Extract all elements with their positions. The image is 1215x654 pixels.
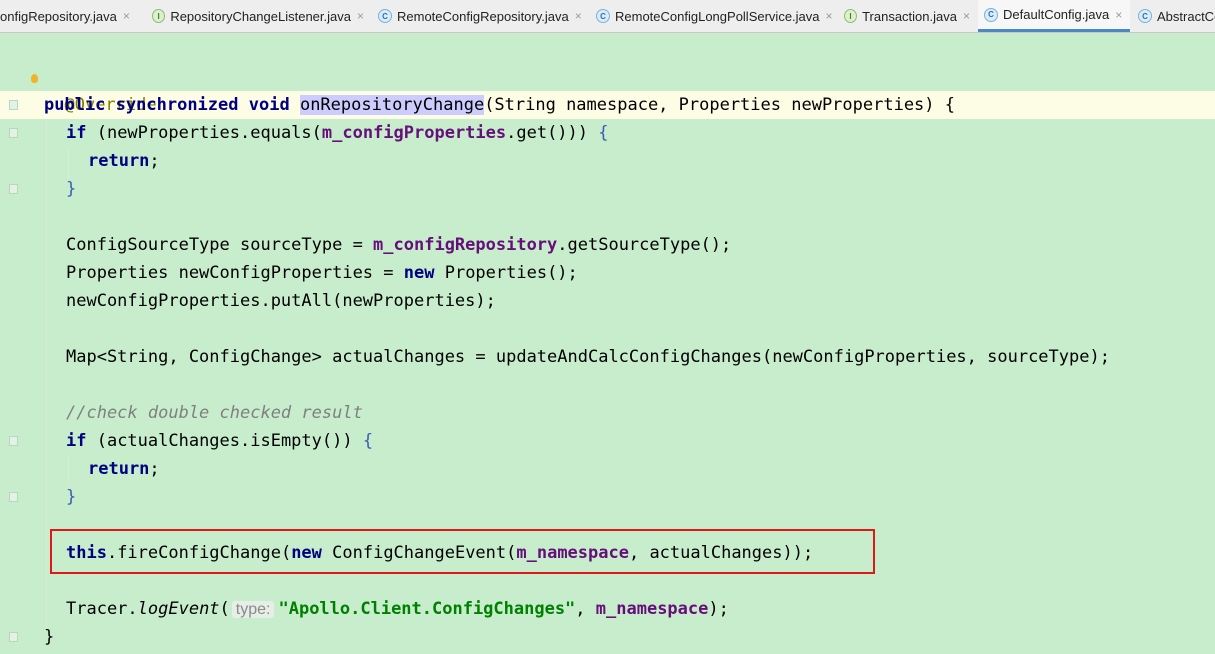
tab-label: DefaultConfig.java xyxy=(1003,7,1110,22)
code-line-map[interactable]: Map<String, ConfigChange> actualChanges … xyxy=(66,343,1110,371)
keyword: synchronized xyxy=(115,95,239,115)
close-icon[interactable]: × xyxy=(575,9,582,23)
fold-marker-icon[interactable] xyxy=(9,492,18,502)
open-brace: { xyxy=(944,95,956,115)
tab-default-config[interactable]: C DefaultConfig.java × xyxy=(978,0,1130,32)
parameter-hint: type: xyxy=(231,601,275,618)
keyword: public xyxy=(44,95,106,115)
code-text: ); xyxy=(708,599,729,619)
tab-config-repository[interactable]: onfigRepository.java × xyxy=(0,0,140,32)
code-text: Tracer. xyxy=(66,599,138,619)
class-icon: C xyxy=(378,9,392,23)
highlight-box xyxy=(50,529,875,574)
indent-guide xyxy=(46,120,47,630)
code-text: newConfigProperties.putAll(newProperties… xyxy=(66,291,496,311)
indent-guide xyxy=(68,148,69,178)
code-text: (actualChanges.isEmpty()) xyxy=(86,431,363,451)
fold-marker-icon[interactable] xyxy=(9,184,18,194)
indent-guide xyxy=(68,456,69,486)
tab-transaction[interactable]: I Transaction.java × xyxy=(838,0,976,32)
close-icon[interactable]: × xyxy=(123,9,130,23)
tab-label: RemoteConfigRepository.java xyxy=(397,8,569,24)
tab-label: onfigRepository.java xyxy=(0,8,117,24)
method-name: onRepositoryChange xyxy=(299,95,485,115)
code-text: , xyxy=(575,599,596,619)
editor-gutter xyxy=(0,33,30,654)
code-text: Map<String, ConfigChange> actualChanges … xyxy=(66,347,1110,367)
close-icon[interactable]: × xyxy=(963,9,970,23)
code-text: .get())) xyxy=(506,123,599,143)
open-brace: { xyxy=(362,431,374,451)
string-literal: "Apollo.Client.ConfigChanges" xyxy=(278,599,576,619)
code-line-tracer[interactable]: Tracer.logEvent(type: "Apollo.Client.Conf… xyxy=(66,595,729,623)
keyword: if xyxy=(66,123,87,143)
code-line-new-properties[interactable]: Properties newConfigProperties = new Pro… xyxy=(66,259,578,287)
semicolon: ; xyxy=(149,151,160,171)
close-icon[interactable]: × xyxy=(1115,8,1122,22)
interface-icon: I xyxy=(844,9,858,23)
tab-remote-config-long-poll-service[interactable]: C RemoteConfigLongPollService.java × xyxy=(590,0,840,32)
code-line-close-brace[interactable]: } xyxy=(66,175,76,203)
fold-marker-icon[interactable] xyxy=(9,100,18,110)
code-line-put-all[interactable]: newConfigProperties.putAll(newProperties… xyxy=(66,287,496,315)
code-line-return[interactable]: return; xyxy=(88,147,160,175)
code-text: ConfigSourceType sourceType = xyxy=(66,235,374,255)
code-line-comment[interactable]: //check double checked result xyxy=(66,399,363,427)
close-icon[interactable]: × xyxy=(826,9,833,23)
fold-marker-icon[interactable] xyxy=(9,436,18,446)
code-line-method-signature[interactable]: public synchronized void onRepositoryCha… xyxy=(44,91,955,119)
code-line-if-empty[interactable]: if (actualChanges.isEmpty()) { xyxy=(66,427,373,455)
tab-repository-change-listener[interactable]: I RepositoryChangeListener.java × xyxy=(146,0,370,32)
close-brace: } xyxy=(44,627,55,647)
code-line-close-method[interactable]: } xyxy=(44,623,54,651)
close-brace: } xyxy=(66,487,77,507)
field: m_configRepository xyxy=(373,235,558,255)
code-text: Properties newConfigProperties = xyxy=(66,263,404,283)
close-brace: } xyxy=(66,179,77,199)
editor-tab-bar: onfigRepository.java × I RepositoryChang… xyxy=(0,0,1215,33)
tab-remote-config-repository[interactable]: C RemoteConfigRepository.java × xyxy=(372,0,590,32)
keyword: void xyxy=(248,95,290,115)
tab-label: RepositoryChangeListener.java xyxy=(170,8,351,24)
open-brace: { xyxy=(598,123,609,143)
fold-marker-icon[interactable] xyxy=(9,632,18,642)
code-text: ( xyxy=(219,599,230,619)
fold-marker-icon[interactable] xyxy=(9,128,18,138)
code-text: Properties(); xyxy=(434,263,578,283)
semicolon: ; xyxy=(149,459,160,479)
code-text: (newProperties.equals( xyxy=(86,123,322,143)
keyword: if xyxy=(66,431,87,451)
interface-icon: I xyxy=(152,9,166,23)
code-line-source-type[interactable]: ConfigSourceType sourceType = m_configRe… xyxy=(66,231,731,259)
comment: //check double checked result xyxy=(66,403,363,423)
tab-abstract-config[interactable]: C AbstractCo xyxy=(1132,0,1215,32)
close-icon[interactable]: × xyxy=(357,9,364,23)
keyword: return xyxy=(88,459,150,479)
class-icon: C xyxy=(984,7,998,22)
code-line-return[interactable]: return; xyxy=(88,455,160,483)
tab-label: Transaction.java xyxy=(862,8,957,24)
code-text: .getSourceType(); xyxy=(557,235,732,255)
lightbulb-icon[interactable] xyxy=(31,74,38,83)
code-line-if-equals[interactable]: if (newProperties.equals(m_configPropert… xyxy=(66,119,609,147)
class-icon: C xyxy=(596,9,610,23)
method-params: (String namespace, Properties newPropert… xyxy=(484,95,945,115)
code-line-annotation[interactable]: @Override xyxy=(44,63,156,115)
code-line-close-brace[interactable]: } xyxy=(66,483,76,511)
class-icon: C xyxy=(1138,9,1152,23)
tab-label: RemoteConfigLongPollService.java xyxy=(615,8,820,24)
keyword: new xyxy=(403,263,435,283)
field: m_configProperties xyxy=(321,123,507,143)
field: m_namespace xyxy=(595,599,709,619)
keyword: return xyxy=(88,151,150,171)
static-method: logEvent xyxy=(137,599,220,619)
tab-label: AbstractCo xyxy=(1157,8,1215,24)
